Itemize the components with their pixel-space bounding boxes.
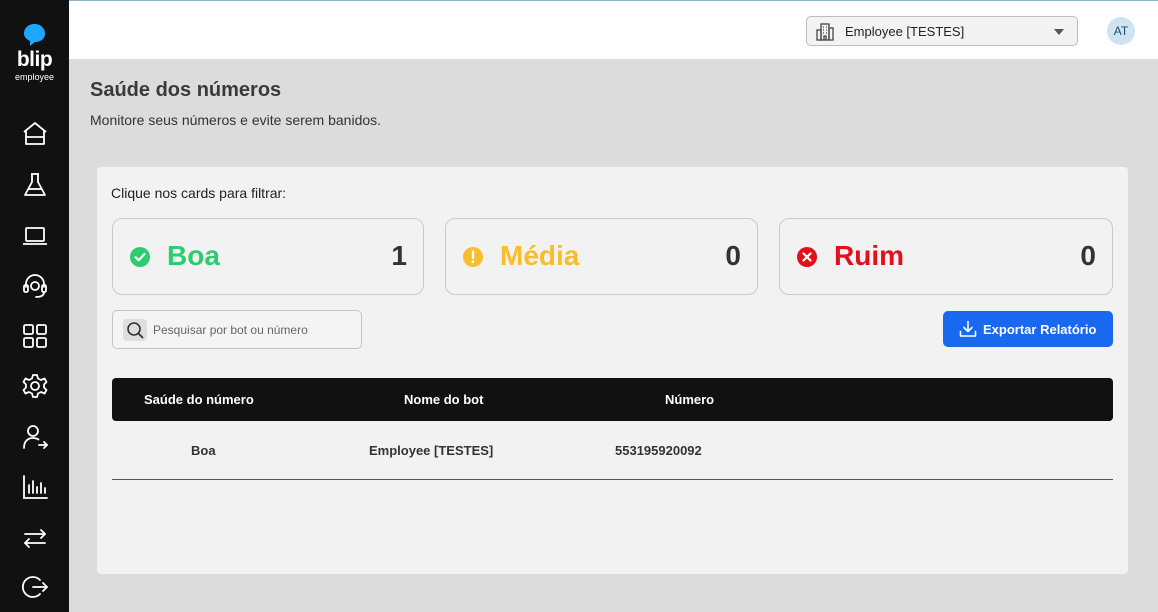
x-circle-icon (797, 247, 817, 267)
sidebar-item-routing[interactable] (21, 524, 49, 552)
download-icon (959, 320, 977, 337)
avatar[interactable]: AT (1107, 17, 1135, 45)
table-header: Saúde do número Nome do bot Número (112, 378, 1113, 421)
logout-icon (21, 576, 48, 598)
filter-card-count: 1 (391, 240, 407, 271)
filter-card-boa[interactable]: Boa 1 (112, 218, 424, 295)
headset-icon (23, 274, 47, 298)
column-header[interactable]: Nome do bot (404, 392, 483, 407)
sidebar-item-settings[interactable] (21, 372, 49, 400)
check-circle-icon (130, 247, 150, 267)
filter-label: Clique nos cards para filtrar: (111, 185, 287, 201)
top-bar: Employee [TESTES] AT (69, 0, 1158, 59)
filter-card-media[interactable]: Média 0 (445, 218, 758, 295)
search-field (112, 310, 362, 349)
table-cell-health: Boa (191, 443, 216, 458)
main-panel: Clique nos cards para filtrar: Boa 1 Méd… (97, 167, 1128, 574)
flask-icon (24, 173, 46, 196)
search-input[interactable] (153, 320, 353, 340)
sidebar-item-apps[interactable] (21, 322, 49, 350)
filter-card-label: Ruim (834, 240, 904, 271)
brand-subtitle: employee (14, 72, 55, 82)
bar-chart-icon (23, 475, 48, 499)
sidebar-item-desk[interactable] (21, 222, 49, 250)
apps-grid-icon (23, 324, 47, 348)
table-cell-bot-name: Employee [TESTES] (369, 443, 494, 458)
filter-card-count: 0 (725, 240, 741, 271)
table-cell-number: 553195920092 (615, 443, 702, 458)
export-report-label: Exportar Relatório (983, 322, 1097, 337)
filter-card-count: 0 (1080, 240, 1096, 271)
search-icon (123, 319, 147, 341)
gear-icon (22, 374, 48, 398)
page-subtitle: Monitore seus números e evite serem bani… (90, 112, 382, 128)
sidebar-item-logout[interactable] (21, 573, 49, 601)
filter-card-label: Média (500, 240, 580, 271)
column-header[interactable]: Saúde do número (144, 392, 254, 407)
sidebar-item-home[interactable] (21, 120, 49, 148)
chevron-down-icon (1054, 29, 1064, 35)
bot-selector-value: Employee [TESTES] (845, 24, 965, 39)
filter-card-label: Boa (167, 240, 220, 271)
sidebar: blip employee (0, 0, 69, 612)
bot-selector[interactable]: Employee [TESTES] (806, 16, 1078, 46)
sidebar-item-support[interactable] (21, 272, 49, 300)
sidebar-item-users[interactable] (21, 423, 49, 451)
brand-name: blip (16, 48, 53, 71)
laptop-icon (23, 227, 47, 245)
user-transfer-icon (23, 425, 49, 449)
table-row[interactable]: Boa Employee [TESTES] 553195920092 (112, 421, 1113, 480)
sidebar-item-analytics[interactable] (21, 473, 49, 501)
alert-circle-icon (463, 247, 483, 267)
page-title: Saúde dos números (90, 79, 282, 101)
swap-arrows-icon (24, 529, 46, 548)
building-icon (816, 23, 834, 41)
home-icon (23, 122, 47, 145)
export-report-button[interactable]: Exportar Relatório (943, 311, 1113, 347)
sidebar-item-lab[interactable] (21, 171, 49, 199)
filter-card-ruim[interactable]: Ruim 0 (779, 218, 1113, 295)
blip-logo-icon (24, 24, 45, 46)
column-header[interactable]: Número (665, 392, 714, 407)
